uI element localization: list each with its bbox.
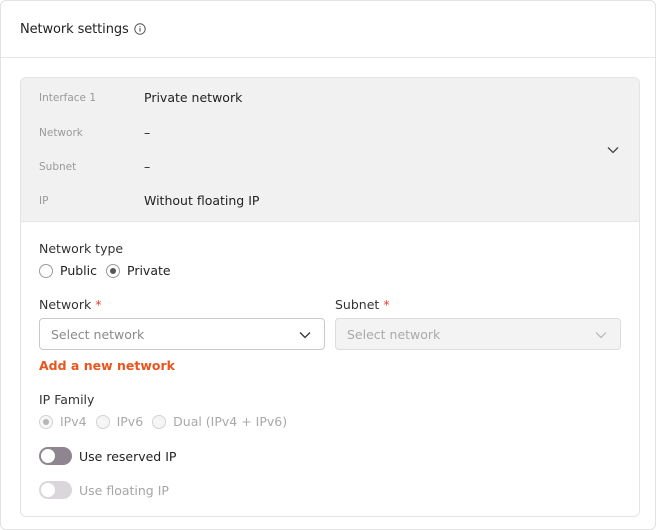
floating-ip-label: Use floating IP	[79, 482, 169, 498]
card-header: Network settings	[1, 1, 655, 58]
radio-dual[interactable]: Dual (IPv4 + IPv6)	[152, 414, 287, 429]
interface-summary[interactable]: Interface 1 Private network Network – Su…	[21, 78, 639, 222]
subnet-select-placeholder: Select network	[347, 326, 441, 342]
interface-panel: Interface 1 Private network Network – Su…	[20, 77, 640, 517]
add-network-link[interactable]: Add a new network	[39, 358, 175, 373]
summary-value: –	[144, 159, 151, 174]
chevron-down-icon	[594, 328, 608, 342]
radio-dual-label: Dual (IPv4 + IPv6)	[173, 414, 288, 429]
summary-label: Subnet	[39, 160, 77, 173]
summary-row-subnet: Subnet –	[39, 159, 150, 174]
summary-label: Interface 1	[39, 91, 97, 104]
network-label-text: Network	[39, 297, 92, 312]
radio-public-label: Public	[60, 263, 97, 278]
subnet-select[interactable]: Select network	[335, 318, 621, 350]
chevron-down-icon[interactable]	[606, 142, 620, 156]
network-label: Network *	[39, 297, 101, 312]
network-select[interactable]: Select network	[39, 318, 325, 350]
required-mark: *	[95, 297, 102, 312]
summary-label: Network	[39, 126, 83, 139]
reserved-ip-toggle[interactable]	[39, 447, 72, 465]
summary-value: –	[144, 125, 151, 140]
ip-family-label: IP Family	[39, 392, 95, 407]
required-mark: *	[383, 297, 390, 312]
radio-private-label: Private	[127, 263, 171, 278]
info-circle-icon[interactable]	[133, 23, 146, 35]
summary-label: IP	[39, 194, 49, 207]
radio-ipv6-control[interactable]	[95, 414, 110, 429]
radio-public-control[interactable]	[39, 263, 53, 278]
summary-row-interface: Interface 1 Private network	[39, 90, 242, 105]
network-settings-card: Network settings Interface 1 Private net…	[0, 0, 656, 530]
page-title: Network settings	[20, 21, 129, 37]
summary-row-ip: IP Without floating IP	[39, 193, 259, 208]
radio-ipv4-control[interactable]	[39, 414, 53, 429]
summary-row-network: Network –	[39, 125, 150, 140]
radio-dual-control[interactable]	[152, 414, 167, 429]
network-type-label: Network type	[39, 241, 124, 256]
summary-value: Private network	[144, 90, 243, 105]
network-select-placeholder: Select network	[51, 326, 145, 342]
radio-public[interactable]: Public	[39, 263, 97, 278]
radio-ipv4-label: IPv4	[60, 414, 87, 429]
radio-ipv6[interactable]: IPv6	[95, 414, 144, 429]
chevron-down-icon	[298, 328, 312, 342]
floating-ip-row: Use floating IP	[39, 481, 169, 499]
subnet-label-text: Subnet	[335, 297, 380, 312]
radio-ipv4[interactable]: IPv4	[39, 414, 87, 429]
reserved-ip-label: Use reserved IP	[79, 448, 177, 464]
radio-private-control[interactable]	[106, 263, 120, 278]
subnet-label: Subnet *	[335, 297, 390, 312]
radio-ipv6-label: IPv6	[116, 414, 144, 429]
network-type-radio-group: Public Private	[39, 263, 180, 278]
reserved-ip-row: Use reserved IP	[39, 447, 176, 465]
radio-private[interactable]: Private	[106, 263, 171, 278]
ip-family-radio-group: IPv4 IPv6 Dual (IPv4 + IPv6)	[39, 414, 296, 429]
floating-ip-toggle[interactable]	[39, 481, 72, 499]
summary-value: Without floating IP	[144, 193, 260, 208]
